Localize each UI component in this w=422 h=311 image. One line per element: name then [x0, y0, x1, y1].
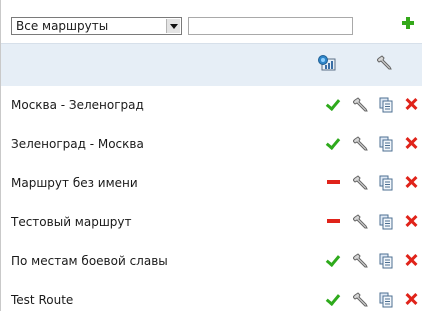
plus-icon[interactable] — [401, 16, 415, 30]
route-filter-value: Все маршруты — [16, 19, 109, 33]
route-filter-select[interactable]: Все маршруты — [11, 17, 182, 35]
routes-panel: Все маршруты Москва - Зеленоград Зеленог… — [0, 0, 422, 311]
minus-icon[interactable] — [326, 214, 340, 228]
route-name[interactable]: Зеленоград - Москва — [11, 137, 144, 151]
table-row[interactable]: По местам боевой славы — [1, 241, 422, 279]
delete-icon[interactable] — [405, 293, 417, 305]
table-row[interactable]: Тестовый маршрут — [1, 202, 422, 240]
delete-icon[interactable] — [405, 215, 417, 227]
stats-icon — [318, 55, 336, 71]
delete-icon[interactable] — [405, 176, 417, 188]
table-row[interactable]: Test Route — [1, 280, 422, 311]
wrench-icon[interactable] — [353, 97, 369, 113]
wrench-icon[interactable] — [353, 214, 369, 230]
minus-icon[interactable] — [326, 175, 340, 189]
wrench-icon[interactable] — [353, 253, 369, 269]
delete-icon[interactable] — [405, 98, 417, 110]
route-name[interactable]: Москва - Зеленоград — [11, 98, 144, 112]
route-name[interactable]: Маршрут без имени — [11, 176, 138, 190]
delete-icon[interactable] — [405, 137, 417, 149]
wrench-icon — [377, 55, 392, 70]
table-row[interactable]: Маршрут без имени — [1, 163, 422, 201]
search-input[interactable] — [188, 17, 353, 35]
toolbar: Все маршруты — [1, 0, 422, 43]
copy-icon[interactable] — [379, 214, 393, 230]
copy-icon[interactable] — [379, 97, 393, 113]
wrench-icon[interactable] — [353, 175, 369, 191]
route-name[interactable]: По местам боевой славы — [11, 254, 168, 268]
table-header — [1, 43, 422, 86]
table-row[interactable]: Москва - Зеленоград — [1, 85, 422, 123]
copy-icon[interactable] — [379, 292, 393, 308]
table-row[interactable]: Зеленоград - Москва — [1, 124, 422, 162]
route-name[interactable]: Тестовый маршрут — [11, 215, 132, 229]
check-icon[interactable] — [326, 292, 340, 306]
chevron-down-icon[interactable] — [166, 19, 180, 33]
route-name[interactable]: Test Route — [11, 293, 73, 307]
copy-icon[interactable] — [379, 136, 393, 152]
copy-icon[interactable] — [379, 253, 393, 269]
wrench-icon[interactable] — [353, 136, 369, 152]
wrench-icon[interactable] — [353, 292, 369, 308]
check-icon[interactable] — [326, 97, 340, 111]
check-icon[interactable] — [326, 253, 340, 267]
check-icon[interactable] — [326, 136, 340, 150]
copy-icon[interactable] — [379, 175, 393, 191]
delete-icon[interactable] — [405, 254, 417, 266]
